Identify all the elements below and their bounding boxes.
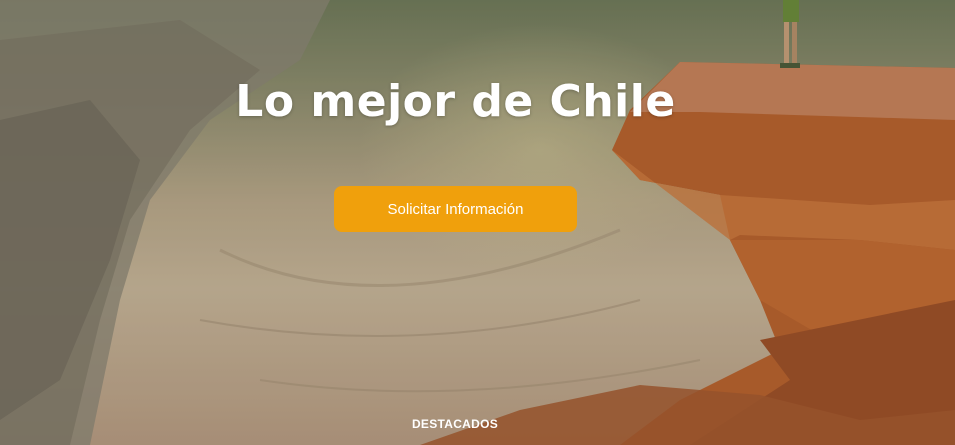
- request-info-button[interactable]: Solicitar Información: [334, 186, 577, 232]
- featured-section-label: DESTACADOS: [411, 417, 499, 431]
- hero-title: Lo mejor de Chile: [235, 76, 676, 127]
- hero-section: Lo mejor de Chile Solicitar Información …: [0, 0, 955, 445]
